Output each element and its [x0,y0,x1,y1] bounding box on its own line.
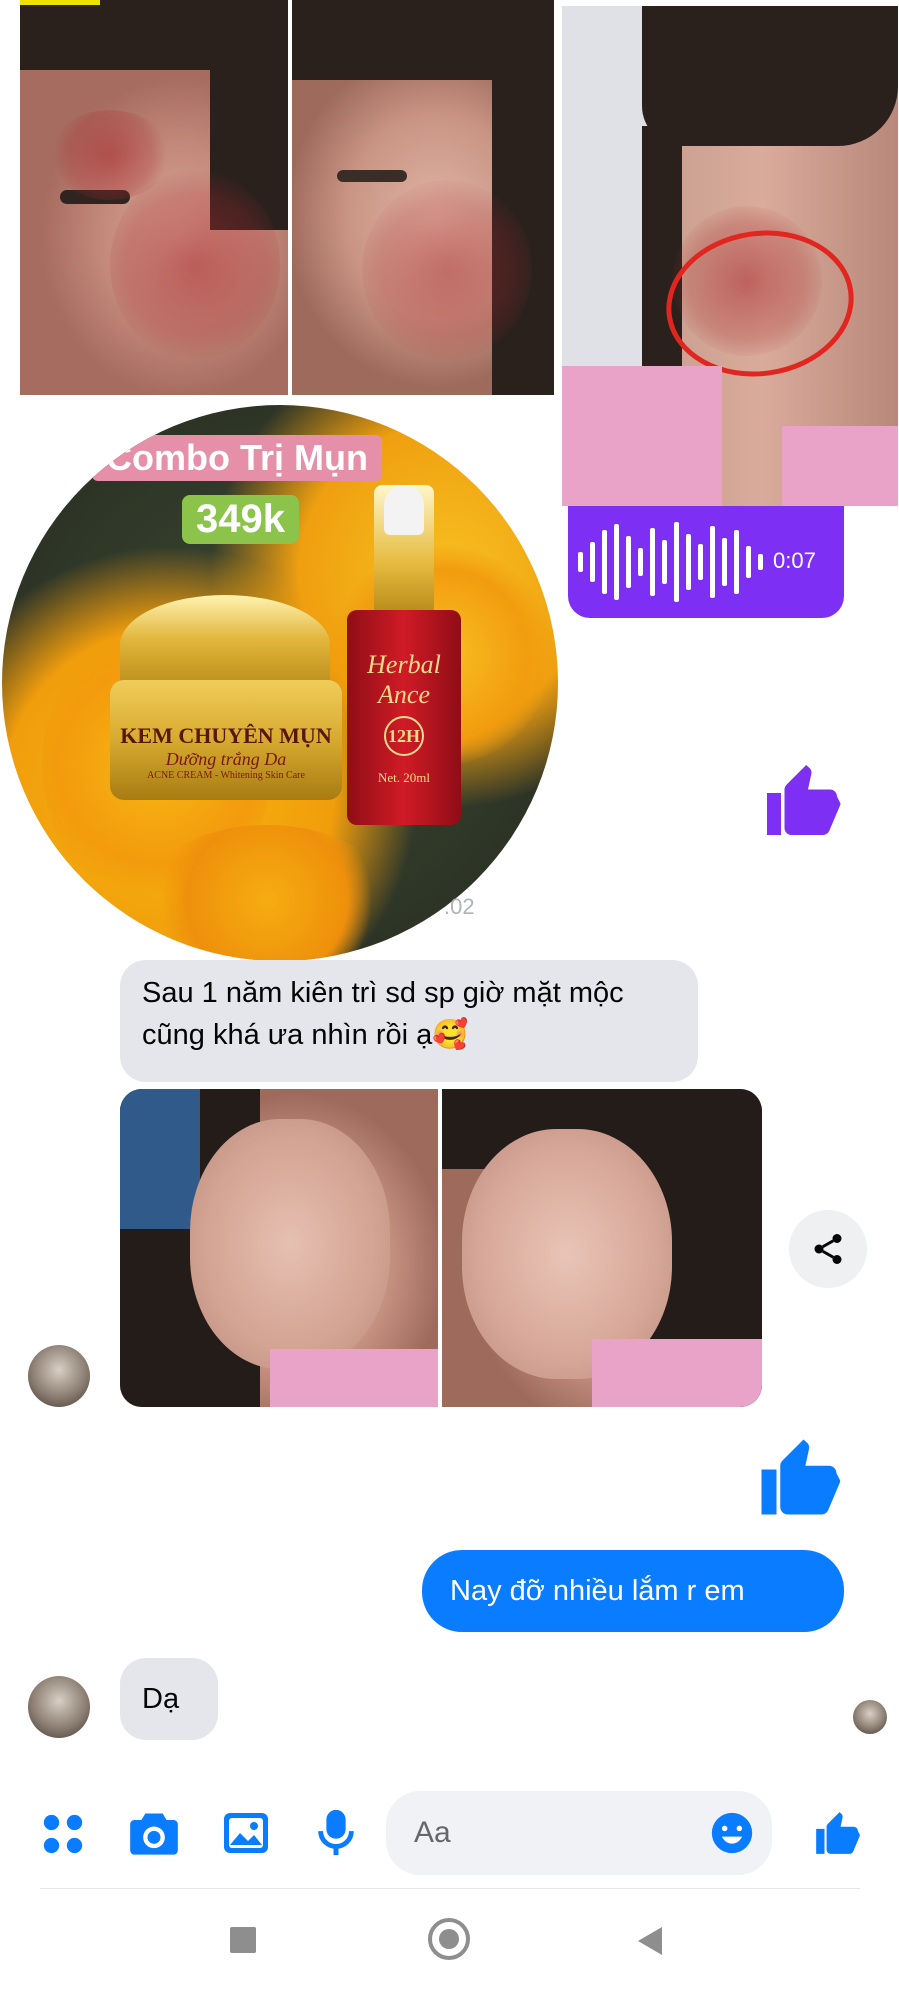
yellow-marker [20,0,100,5]
recent-apps-button[interactable] [230,1927,256,1953]
thumbs-up-icon [767,765,841,835]
photo-before-3[interactable] [562,6,898,506]
combo-title: Combo Trị Mụn [92,435,382,481]
bottle-volume: Net. 20ml [378,770,430,785]
photo-after-2[interactable] [442,1089,762,1407]
bottle-brand-2: Ance [378,680,430,709]
jar-label-subtitle: Dưỡng trắng Da [165,749,287,769]
read-receipt-avatar [853,1700,887,1734]
photo-after-1[interactable] [120,1089,438,1407]
composer-bar [0,1780,899,1880]
outgoing-message[interactable]: Nay đỡ nhiều lắm r em [422,1550,844,1632]
jar-label-title: KEM CHUYÊN MỤN [120,723,332,748]
incoming-message[interactable]: Dạ [120,1658,218,1740]
like-button-icon[interactable] [812,1808,862,1858]
message-timestamp: .02 [444,894,475,919]
message-input-box[interactable] [386,1791,772,1875]
camera-icon[interactable] [128,1809,180,1857]
price-tag: 349k [182,495,299,544]
waveform-icon [578,522,763,602]
photo-before-1[interactable] [20,0,288,395]
product-image[interactable]: Combo Trị Mụn 349k KEM CHUYÊN MỤN Dưỡng … [2,405,558,961]
back-button[interactable] [636,1925,664,1957]
thumbs-up-icon [761,1439,841,1515]
emoji-icon[interactable] [710,1811,754,1855]
voice-message[interactable]: 0:07 [568,506,844,618]
system-nav-bar [0,1889,899,1998]
contact-avatar[interactable] [28,1345,90,1407]
bottle-brand-1: Herbal [367,650,441,679]
home-button[interactable] [428,1918,470,1960]
like-sticker[interactable] [754,1432,844,1522]
incoming-message[interactable]: Sau 1 năm kiên trì sd sp giờ mặt mộc cũn… [120,960,698,1082]
menu-dots-icon[interactable] [40,1811,86,1857]
contact-avatar[interactable] [28,1676,90,1738]
share-icon [814,1234,842,1264]
bottle-badge: 12H [384,716,424,756]
like-sticker[interactable] [760,758,844,842]
gallery-icon[interactable] [222,1810,270,1856]
voice-duration: 0:07 [773,548,816,573]
message-input[interactable] [412,1815,696,1851]
jar-label-small: ACNE CREAM - Whitening Skin Care [147,770,305,781]
photo-before-2[interactable] [292,0,554,395]
share-button[interactable] [789,1210,867,1288]
microphone-icon[interactable] [316,1808,356,1858]
